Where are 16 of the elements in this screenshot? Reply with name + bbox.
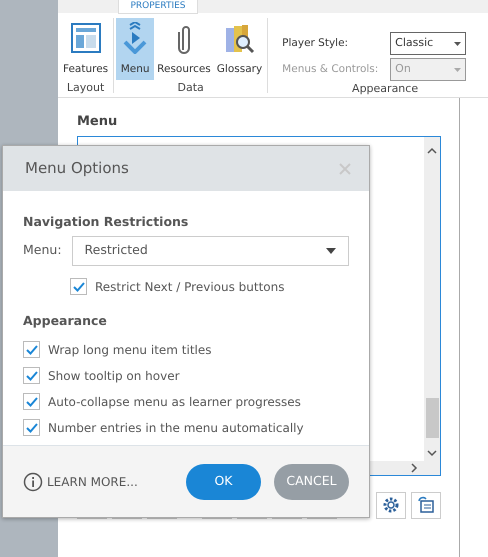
- dialog-title: Menu Options: [25, 158, 129, 180]
- field-label: Menu:: [23, 241, 62, 260]
- field-label: Player Style:: [282, 36, 350, 51]
- group-label: Data: [178, 80, 204, 96]
- dropdown: On: [390, 58, 466, 81]
- group-label: Layout: [66, 80, 104, 96]
- section-heading: Appearance: [23, 312, 108, 330]
- checkbox-label: Auto-collapse menu as learner progresses: [48, 394, 301, 410]
- checkbox-label: Restrict Next / Previous buttons: [95, 278, 285, 296]
- group-label: Appearance: [352, 81, 418, 97]
- checkbox-label: Number entries in the menu automatically: [48, 420, 304, 436]
- section-heading: Navigation Restrictions: [23, 213, 190, 231]
- panel-title: Menu: [77, 113, 118, 131]
- checkbox-label: Show tooltip on hover: [48, 368, 180, 384]
- field-label: Menus & Controls:: [282, 62, 380, 77]
- checkbox-label: Wrap long menu item titles: [48, 342, 212, 358]
